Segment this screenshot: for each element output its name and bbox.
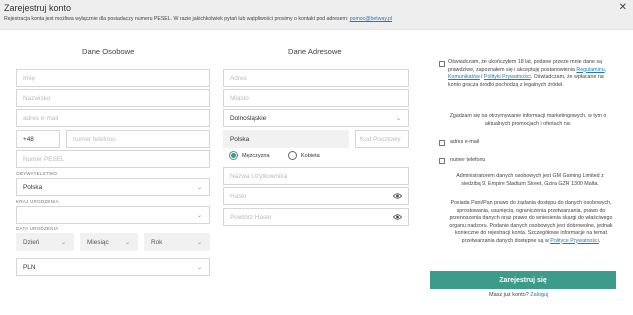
- address-input[interactable]: Adres: [223, 69, 409, 87]
- birth-day-select[interactable]: Dzień ⌄: [16, 233, 74, 251]
- eye-icon[interactable]: [393, 192, 402, 200]
- chevron-down-icon: ⌄: [395, 116, 401, 122]
- birth-day-value: Dzień: [23, 238, 40, 246]
- password-repeat-input[interactable]: Powtórz Hasło: [223, 208, 409, 226]
- chevron-down-icon: ⌄: [196, 265, 202, 271]
- marketing-email-checkbox[interactable]: [439, 140, 445, 146]
- birth-month-value: Miesiąc: [87, 238, 109, 246]
- birth-country-label: KRAJ URODZENIA: [16, 199, 59, 204]
- citizenship-select[interactable]: Polska ⌄: [16, 178, 210, 196]
- password-input[interactable]: Hasło: [223, 187, 409, 205]
- regulations-link[interactable]: Regulaminu: [576, 67, 604, 73]
- personal-heading: Dane Osobowe: [82, 47, 135, 56]
- birth-year-value: Rok: [151, 238, 163, 246]
- password-placeholder: Hasło: [230, 192, 247, 200]
- username-input[interactable]: Nazwa Użytkownika: [223, 167, 409, 185]
- gender-female-label: Kobieta: [301, 152, 320, 159]
- marketing-consent-text: Zgadzam się na otrzymywanie informacji m…: [449, 113, 607, 127]
- notice-text: Rejestracja konta jest możliwa wyłącznie…: [4, 16, 350, 22]
- phone-input[interactable]: numer telefonu: [66, 130, 210, 148]
- region-value: Dolnośląskie: [230, 114, 267, 122]
- birth-year-select[interactable]: Rok ⌄: [144, 233, 210, 251]
- rights-text-end: .: [598, 237, 601, 244]
- pesel-input[interactable]: Numer PESEL: [16, 150, 210, 168]
- login-link[interactable]: Zaloguj: [530, 292, 548, 298]
- login-prompt: Masz już konto? Zaloguj: [489, 292, 548, 298]
- last-name-input[interactable]: Nazwisko: [16, 89, 210, 107]
- chevron-down-icon: ⌄: [196, 240, 202, 246]
- marketing-phone-label: numer telefonu: [450, 157, 486, 163]
- support-email-link[interactable]: pomoc@betway.pl: [350, 16, 392, 22]
- currency-select[interactable]: PLN ⌄: [16, 258, 210, 276]
- have-account-text: Masz już konto?: [489, 292, 531, 298]
- terms-consent-text: Oświadczam, że ukończyłem 18 lat, podane…: [448, 59, 616, 89]
- terms-checkbox[interactable]: [439, 61, 445, 67]
- citizenship-label: OBYWATELSTWO: [16, 171, 58, 176]
- modal-title: Zarejestruj konto: [4, 3, 72, 13]
- chevron-down-icon: ⌄: [60, 240, 66, 246]
- marketing-email-label: adres e-mail: [450, 139, 480, 145]
- close-icon[interactable]: ✕: [619, 3, 627, 13]
- password-repeat-placeholder: Powtórz Hasło: [230, 213, 272, 221]
- first-name-input[interactable]: Imię: [16, 69, 210, 87]
- chevron-down-icon: ⌄: [196, 185, 202, 191]
- region-select[interactable]: Dolnośląskie ⌄: [223, 109, 409, 127]
- radio-selected-icon: [229, 151, 238, 160]
- email-input[interactable]: adres e-mail: [16, 109, 210, 127]
- address-heading: Dane Adresowe: [288, 47, 342, 56]
- radio-unselected-icon: [288, 151, 297, 160]
- chevron-down-icon: ⌄: [196, 213, 202, 219]
- register-button[interactable]: Zarejestruj się: [430, 271, 616, 289]
- country-field: Polska: [223, 130, 349, 148]
- gender-male-label: Mężczyzna: [242, 152, 270, 159]
- eye-icon[interactable]: [393, 213, 402, 221]
- postal-code-input[interactable]: Kod Pocztowy: [355, 130, 409, 148]
- data-rights-text: Posiada Pani/Pan prawo do żądania dostęp…: [448, 200, 614, 245]
- gender-male-radio[interactable]: Mężczyzna: [229, 151, 270, 160]
- birth-month-select[interactable]: Miesiąc ⌄: [80, 233, 138, 251]
- chevron-down-icon: ⌄: [124, 240, 130, 246]
- gender-female-radio[interactable]: Kobieta: [288, 151, 320, 160]
- data-admin-text: Administratorem danych osobowych jest GM…: [456, 173, 604, 187]
- marketing-phone-checkbox[interactable]: [439, 158, 445, 164]
- messages-link[interactable]: Komunikatów: [448, 74, 480, 80]
- citizenship-value: Polska: [23, 183, 43, 191]
- terms-separator: ,: [604, 66, 607, 73]
- privacy-policy-link[interactable]: Polityki Prywatności: [484, 74, 531, 80]
- pesel-notice: Rejestracja konta jest możliwa wyłącznie…: [4, 16, 392, 22]
- city-input[interactable]: Miasto: [223, 89, 409, 107]
- phone-prefix-input[interactable]: +48: [16, 130, 60, 148]
- currency-value: PLN: [23, 263, 36, 271]
- privacy-policy-link-2[interactable]: Polityce Prywatności: [550, 238, 599, 244]
- birth-country-select[interactable]: ⌄: [16, 206, 210, 224]
- birth-date-label: DATA URODZENIA: [16, 226, 59, 231]
